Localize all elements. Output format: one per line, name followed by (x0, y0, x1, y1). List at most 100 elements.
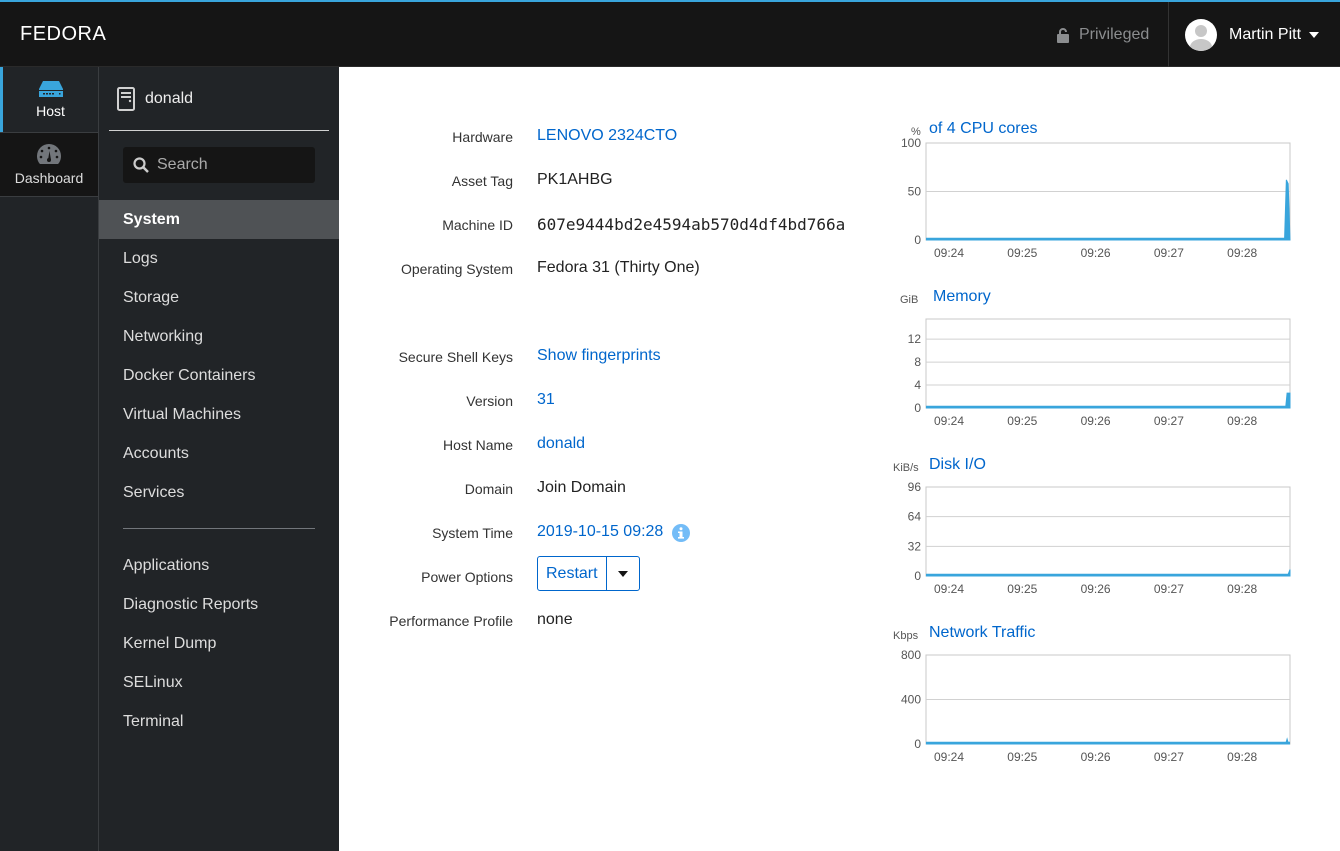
x-tick-label: 09:25 (1007, 246, 1037, 260)
x-tick-label: 09:27 (1154, 750, 1184, 764)
search-input[interactable]: Search (123, 147, 315, 183)
nav-docker-containers[interactable]: Docker Containers (99, 356, 339, 395)
y-tick-label: 4 (914, 378, 921, 392)
os-row: Operating System Fedora 31 (Thirty One) (339, 259, 859, 281)
x-tick-label: 09:24 (934, 582, 964, 596)
y-tick-label: 50 (908, 185, 922, 199)
ssh-keys-label: Secure Shell Keys (398, 349, 513, 365)
restart-button[interactable]: Restart (538, 557, 607, 590)
perf-profile-row: Performance Profile none (339, 611, 859, 633)
ssh-keys-row: Secure Shell Keys Show fingerprints (339, 347, 859, 369)
nav-logs[interactable]: Logs (99, 239, 339, 278)
y-tick-label: 96 (908, 480, 922, 494)
host-name-row: Host Name donald (339, 435, 859, 457)
nav-system[interactable]: System (99, 200, 339, 239)
x-tick-label: 09:24 (934, 246, 964, 260)
y-tick-label: 12 (908, 332, 922, 346)
nav-dashboard-label: Dashboard (14, 169, 84, 186)
privileged-indicator[interactable]: Privileged (1057, 26, 1149, 44)
version-label: Version (466, 393, 513, 409)
y-tick-label: 8 (914, 355, 921, 369)
x-tick-label: 09:26 (1081, 582, 1111, 596)
x-tick-label: 09:25 (1007, 750, 1037, 764)
nav-accounts[interactable]: Accounts (99, 434, 339, 473)
server-icon (117, 86, 135, 111)
y-tick-label: 0 (914, 569, 921, 583)
user-name: Martin Pitt (1229, 26, 1302, 43)
caret-down-icon (617, 570, 628, 577)
power-options-row: Power Options Restart (339, 556, 859, 591)
nav-terminal[interactable]: Terminal (99, 702, 339, 741)
network-chart: 800 400 0 09:24 09:25 09:26 09:27 09:28 Kbps Ne… (887, 624, 1297, 787)
nav-networking[interactable]: Networking (99, 317, 339, 356)
unlock-icon (1057, 27, 1069, 43)
chart-title-link[interactable]: Memory (933, 288, 991, 306)
chart-svg: 12 8 4 0 09:24 09:25 09:26 09:27 09:28 (908, 318, 1291, 428)
nav-services[interactable]: Services (99, 473, 339, 512)
x-tick-label: 09:26 (1081, 246, 1111, 260)
power-options-dropdown[interactable] (607, 557, 639, 590)
x-tick-label: 09:28 (1227, 414, 1257, 428)
chart-title-link[interactable]: Disk I/O (929, 456, 986, 474)
y-tick-label: 100 (901, 136, 921, 150)
asset-tag-row: Asset Tag PK1AHBG (339, 171, 859, 193)
chart-unit: % (911, 126, 921, 138)
y-tick-label: 400 (901, 693, 921, 707)
nav-kernel-dump[interactable]: Kernel Dump (99, 624, 339, 663)
domain-row: Domain Join Domain (339, 479, 859, 501)
hardware-link[interactable]: LENOVO 2324CTO (537, 127, 677, 145)
x-tick-label: 09:24 (934, 414, 964, 428)
host-name-link[interactable]: donald (537, 435, 585, 453)
memory-chart: 12 8 4 0 09:24 09:25 09:26 09:27 09:28 GiB Memor… (887, 288, 1297, 451)
version-link[interactable]: 31 (537, 391, 555, 409)
chart-title-link[interactable]: Network Traffic (929, 624, 1035, 642)
asset-tag-label: Asset Tag (451, 173, 513, 189)
chart-title-link[interactable]: of 4 CPU cores (929, 120, 1037, 138)
divider (1168, 2, 1169, 67)
y-tick-label: 64 (908, 510, 922, 524)
join-domain-link[interactable]: Join Domain (537, 479, 626, 497)
system-time-label: System Time (432, 525, 513, 541)
dashboard-icon (37, 143, 61, 164)
nav-dashboard[interactable]: Dashboard (0, 132, 98, 197)
x-tick-label: 09:25 (1007, 414, 1037, 428)
chart-unit: Kbps (893, 630, 919, 642)
perf-profile-link[interactable]: none (537, 611, 573, 629)
show-fingerprints-link[interactable]: Show fingerprints (537, 347, 661, 365)
disk-io-chart: 96 64 32 0 09:24 09:25 09:26 09:27 09:28 KiB/s D… (887, 456, 1297, 619)
cpu-chart: 100 50 0 09:24 09:25 09:26 09:27 09:28 % of 4 C… (887, 120, 1297, 283)
nav-divider (123, 528, 315, 529)
machine-id-label: Machine ID (442, 217, 513, 233)
nav-diagnostic-reports[interactable]: Diagnostic Reports (99, 585, 339, 624)
user-menu[interactable]: Martin Pitt (1185, 19, 1320, 51)
nav-applications[interactable]: Applications (99, 546, 339, 585)
privileged-label: Privileged (1079, 26, 1150, 43)
chevron-down-icon (1309, 32, 1320, 38)
host-nav: donald Search System Logs Storage Networ… (99, 67, 339, 851)
hardware-row: Hardware LENOVO 2324CTO (339, 127, 859, 149)
search-placeholder: Search (157, 156, 208, 173)
nav-virtual-machines[interactable]: Virtual Machines (99, 395, 339, 434)
search-icon (133, 157, 149, 173)
info-icon[interactable] (672, 524, 690, 542)
chart-unit: GiB (900, 294, 919, 306)
y-tick-label: 32 (908, 539, 922, 553)
x-tick-label: 09:27 (1154, 414, 1184, 428)
top-bar: FEDORA Privileged Martin Pitt (0, 0, 1340, 67)
host-switcher[interactable]: donald (109, 67, 329, 131)
chart-unit: KiB/s (893, 462, 919, 474)
os-label: Operating System (400, 261, 513, 277)
x-tick-label: 09:24 (934, 750, 964, 764)
nav-selinux[interactable]: SELinux (99, 663, 339, 702)
x-tick-label: 09:28 (1227, 246, 1257, 260)
nav-storage[interactable]: Storage (99, 278, 339, 317)
nav-host-label: Host (36, 102, 65, 119)
y-tick-label: 0 (914, 233, 921, 247)
nav-host[interactable]: Host (0, 67, 98, 132)
power-options-group: Restart (537, 556, 640, 591)
primary-nav: Host Dashboard (0, 67, 99, 851)
system-overview: Hardware LENOVO 2324CTO Asset Tag PK1AHB… (339, 67, 1340, 851)
x-tick-label: 09:28 (1227, 582, 1257, 596)
system-time-link[interactable]: 2019-10-15 09:28 (537, 523, 663, 541)
power-options-label: Power Options (421, 569, 513, 585)
